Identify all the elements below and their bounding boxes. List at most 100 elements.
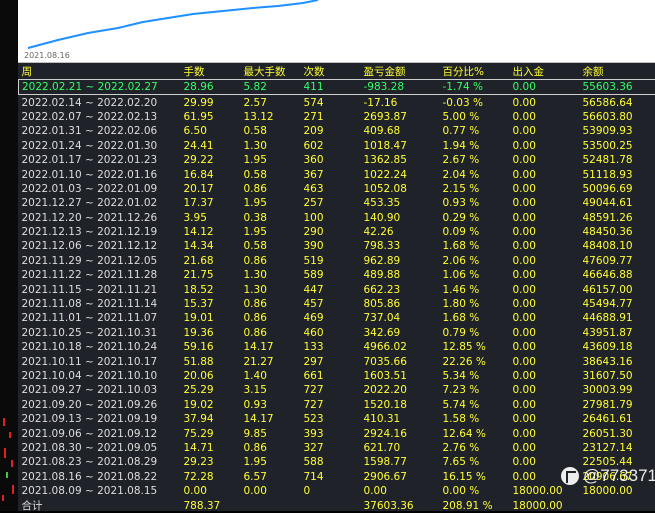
cell-balance: 50096.69 <box>580 182 655 196</box>
cell-balance: 46157.00 <box>580 282 655 296</box>
cell-count: 519 <box>301 254 361 268</box>
header-week[interactable]: 周 <box>19 64 181 80</box>
cell-percent: 1.46 % <box>440 282 510 296</box>
cell-week: 2022.01.17 ~ 2022.01.23 <box>19 153 181 167</box>
table-row[interactable]: 2022.02.21 ~ 2022.02.2728.965.82411-983.… <box>19 80 655 95</box>
cell-cash-flow: 0.00 <box>510 340 580 354</box>
cell-max-lots: 14.17 <box>241 340 301 354</box>
cell-week: 2022.01.10 ~ 2022.01.16 <box>19 167 181 181</box>
cell-lots: 51.88 <box>181 354 241 368</box>
cell-percent: 0.09 % <box>440 225 510 239</box>
cell-pnl: 2906.67 <box>361 470 440 484</box>
cell-lots: 20.06 <box>181 369 241 383</box>
table-row[interactable]: 2021.09.06 ~ 2021.09.1275.299.853932924.… <box>19 426 655 440</box>
table-header-row: 周 手数 最大手数 次数 盈亏金额 百分比% 出入金 余额 <box>19 64 655 80</box>
table-row[interactable]: 2022.01.17 ~ 2022.01.2329.221.953601362.… <box>19 153 655 167</box>
table-row[interactable]: 2021.12.06 ~ 2021.12.1214.340.58390798.3… <box>19 239 655 253</box>
cell-cash-flow: 0.00 <box>510 124 580 138</box>
cell-pnl: 805.86 <box>361 297 440 311</box>
cell-week: 2021.10.25 ~ 2021.10.31 <box>19 326 181 340</box>
table-row[interactable]: 2021.11.08 ~ 2021.11.1415.370.86457805.8… <box>19 297 655 311</box>
table-row[interactable]: 2021.10.04 ~ 2021.10.1020.061.406611603.… <box>19 369 655 383</box>
cell-lots: 14.12 <box>181 225 241 239</box>
cell-lots: 75.29 <box>181 426 241 440</box>
cell-lots: 28.96 <box>181 80 241 95</box>
header-lots[interactable]: 手数 <box>181 64 241 80</box>
table-row[interactable]: 2022.02.14 ~ 2022.02.2029.992.57574-17.1… <box>19 95 655 110</box>
cell-count: 367 <box>301 167 361 181</box>
cell-pnl: 2693.87 <box>361 110 440 124</box>
cell-count: 602 <box>301 139 361 153</box>
header-cash-flow[interactable]: 出入金 <box>510 64 580 80</box>
header-balance[interactable]: 余额 <box>580 64 655 80</box>
cell-week: 2022.01.03 ~ 2022.01.09 <box>19 182 181 196</box>
table-row[interactable]: 2022.01.10 ~ 2022.01.1616.840.583671022.… <box>19 167 655 181</box>
table-row[interactable]: 2021.08.16 ~ 2021.08.2272.286.577142906.… <box>19 470 655 484</box>
cell-lots: 24.41 <box>181 139 241 153</box>
table-body: 2022.02.21 ~ 2022.02.2728.965.82411-983.… <box>19 80 655 513</box>
cell-lots: 59.16 <box>181 340 241 354</box>
cell-max-lots: 0.86 <box>241 311 301 325</box>
table-row[interactable]: 2021.11.15 ~ 2021.11.2118.521.30447662.2… <box>19 282 655 296</box>
table-row[interactable]: 2021.11.29 ~ 2021.12.0521.680.86519962.8… <box>19 254 655 268</box>
table-row[interactable]: 2021.08.30 ~ 2021.09.0514.710.86327621.7… <box>19 441 655 455</box>
cell-lots: 14.71 <box>181 441 241 455</box>
cell-week: 2021.09.20 ~ 2021.09.26 <box>19 398 181 412</box>
cell-week: 2022.02.14 ~ 2022.02.20 <box>19 95 181 110</box>
cell-balance: 45494.77 <box>580 297 655 311</box>
cell-pnl: 0.00 <box>361 484 440 498</box>
table-row[interactable]: 2021.12.13 ~ 2021.12.1914.121.9529042.26… <box>19 225 655 239</box>
cell-week: 2021.09.27 ~ 2021.10.03 <box>19 383 181 397</box>
cell-balance: 52481.78 <box>580 153 655 167</box>
cell-balance: 48450.36 <box>580 225 655 239</box>
cell-percent: 0.93 % <box>440 196 510 210</box>
cell-lots: 25.29 <box>181 383 241 397</box>
table-row[interactable]: 2021.08.23 ~ 2021.08.2929.231.955881598.… <box>19 455 655 469</box>
table-row[interactable]: 2021.12.20 ~ 2021.12.263.950.38100140.90… <box>19 211 655 225</box>
cell-lots: 19.01 <box>181 311 241 325</box>
cell-max-lots: 1.30 <box>241 268 301 282</box>
cell-max-lots: 0.38 <box>241 211 301 225</box>
header-max-lots[interactable]: 最大手数 <box>241 64 301 80</box>
table-row[interactable]: 2021.11.01 ~ 2021.11.0719.010.86469737.0… <box>19 311 655 325</box>
weekly-report-table: 周 手数 最大手数 次数 盈亏金额 百分比% 出入金 余额 2022.02.21… <box>18 64 655 513</box>
cell-week: 2021.09.13 ~ 2021.09.19 <box>19 412 181 426</box>
header-percent[interactable]: 百分比% <box>440 64 510 80</box>
table-row[interactable]: 2021.10.25 ~ 2021.10.3119.360.86460342.6… <box>19 326 655 340</box>
cell-count: 460 <box>301 326 361 340</box>
cell-week: 2021.12.27 ~ 2022.01.02 <box>19 196 181 210</box>
cell-count: 100 <box>301 211 361 225</box>
header-count[interactable]: 次数 <box>301 64 361 80</box>
cell-pnl: -983.28 <box>361 80 440 95</box>
cell-max-lots: 1.95 <box>241 455 301 469</box>
table-row[interactable]: 2021.12.27 ~ 2022.01.0217.371.95257453.3… <box>19 196 655 210</box>
cell-cash-flow: 0.00 <box>510 239 580 253</box>
cell-balance: 51118.93 <box>580 167 655 181</box>
table-row[interactable]: 2021.09.20 ~ 2021.09.2619.020.937271520.… <box>19 398 655 412</box>
cell-count: 209 <box>301 124 361 138</box>
table-row[interactable]: 2022.01.24 ~ 2022.01.3024.411.306021018.… <box>19 139 655 153</box>
table-row[interactable]: 2021.09.27 ~ 2021.10.0325.293.157272022.… <box>19 383 655 397</box>
table-row[interactable]: 2021.08.09 ~ 2021.08.150.000.0000.000.00… <box>19 484 655 498</box>
table-row[interactable]: 2022.01.03 ~ 2022.01.0920.170.864631052.… <box>19 182 655 196</box>
candle-mark <box>4 448 6 458</box>
table-row[interactable]: 2021.11.22 ~ 2021.11.2821.751.30589489.8… <box>19 268 655 282</box>
table-row[interactable]: 2021.10.11 ~ 2021.10.1751.8821.272977035… <box>19 354 655 368</box>
cell-max-lots: 0.93 <box>241 398 301 412</box>
cell-week: 2022.02.07 ~ 2022.02.13 <box>19 110 181 124</box>
table-row[interactable]: 2021.10.18 ~ 2021.10.2459.1614.171334966… <box>19 340 655 354</box>
header-pnl[interactable]: 盈亏金额 <box>361 64 440 80</box>
cell-max-lots: 0.86 <box>241 182 301 196</box>
cell-pnl: 798.33 <box>361 239 440 253</box>
cell-week: 2021.08.23 ~ 2021.08.29 <box>19 455 181 469</box>
cell-cash-flow: 0.00 <box>510 196 580 210</box>
table-row[interactable]: 2021.09.13 ~ 2021.09.1937.9414.17523410.… <box>19 412 655 426</box>
cell-count: 463 <box>301 182 361 196</box>
cell-max-lots: 0.58 <box>241 239 301 253</box>
cell-balance: 56603.80 <box>580 110 655 124</box>
table-row[interactable]: 2022.01.31 ~ 2022.02.066.500.58209409.68… <box>19 124 655 138</box>
cell-percent: 7.65 % <box>440 455 510 469</box>
cell-week: 2021.11.01 ~ 2021.11.07 <box>19 311 181 325</box>
cell-percent: 2.15 % <box>440 182 510 196</box>
table-row[interactable]: 2022.02.07 ~ 2022.02.1361.9513.122712693… <box>19 110 655 124</box>
